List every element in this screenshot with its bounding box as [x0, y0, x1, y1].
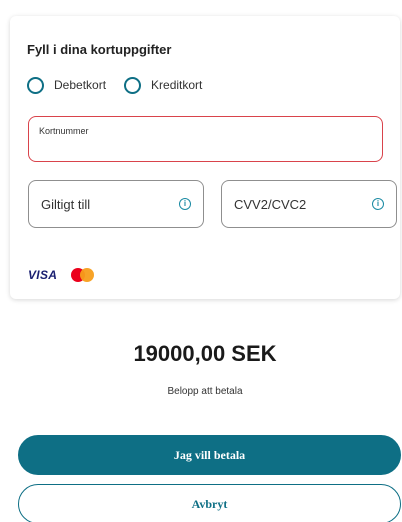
info-icon[interactable]: i: [179, 198, 191, 210]
radio-debit-label: Debetkort: [54, 78, 107, 92]
visa-logo: VISA: [28, 268, 58, 282]
expiry-date-field[interactable]: Giltigt till i: [28, 180, 204, 228]
radio-credit-label: Kreditkort: [151, 78, 203, 92]
mastercard-logo-icon: [69, 268, 97, 282]
info-icon[interactable]: i: [372, 198, 384, 210]
card-number-field[interactable]: Kortnummer: [28, 116, 383, 162]
mastercard-yellow-circle: [80, 268, 95, 282]
card-form-title: Fyll i dina kortuppgifter: [27, 42, 172, 57]
payment-page: Fyll i dina kortuppgifter Debetkort Kred…: [0, 0, 402, 522]
pay-button[interactable]: Jag vill betala: [18, 435, 401, 475]
expiry-placeholder: Giltigt till: [41, 197, 91, 212]
payment-amount-caption: Belopp att betala: [167, 386, 243, 397]
card-details-panel: Fyll i dina kortuppgifter Debetkort Kred…: [10, 16, 400, 299]
radio-credit-card[interactable]: Kreditkort: [124, 76, 203, 94]
radio-circle-icon[interactable]: [27, 76, 44, 94]
card-brand-logos: VISA: [28, 268, 97, 282]
cancel-button[interactable]: Avbryt: [18, 484, 401, 522]
card-type-selector: Debetkort Kreditkort: [27, 75, 220, 95]
cvv-placeholder: CVV2/CVC2: [234, 197, 307, 212]
card-number-label: Kortnummer: [39, 126, 89, 136]
radio-debit-card[interactable]: Debetkort: [27, 76, 107, 94]
radio-circle-icon[interactable]: [124, 76, 142, 94]
cvv-field[interactable]: CVV2/CVC2 i: [221, 180, 397, 228]
payment-amount: 19000,00 SEK: [133, 341, 277, 366]
